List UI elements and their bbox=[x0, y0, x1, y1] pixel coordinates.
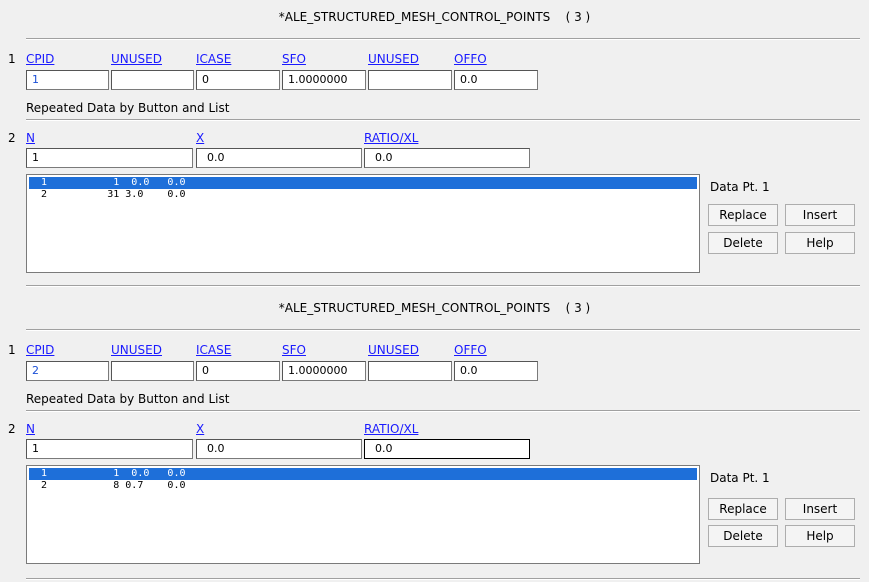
panel-bottom-divider bbox=[26, 285, 860, 287]
field-label-offo[interactable]: OFFO bbox=[454, 52, 487, 66]
panel-bottom-divider bbox=[26, 578, 860, 580]
field-label-x[interactable]: X bbox=[196, 422, 204, 436]
list-item[interactable]: 2 8 0.7 0.0 bbox=[29, 480, 697, 492]
field-label-cpid[interactable]: CPID bbox=[26, 52, 54, 66]
icase-field[interactable]: 0 bbox=[196, 70, 280, 90]
offo-field[interactable]: 0.0 bbox=[454, 361, 538, 381]
list-item[interactable]: 2 31 3.0 0.0 bbox=[29, 189, 697, 201]
delete-button[interactable]: Delete bbox=[708, 232, 778, 254]
help-button[interactable]: Help bbox=[785, 232, 855, 254]
x-field[interactable]: 0.0 bbox=[196, 148, 362, 168]
offo-field[interactable]: 0.0 bbox=[454, 70, 538, 90]
ratio-xl-field[interactable]: 0.0 bbox=[364, 439, 530, 459]
field-label-cpid[interactable]: CPID bbox=[26, 343, 54, 357]
help-button[interactable]: Help bbox=[785, 525, 855, 547]
data-point-indicator: Data Pt. 1 bbox=[710, 180, 770, 194]
replace-button[interactable]: Replace bbox=[708, 498, 778, 520]
title-divider bbox=[26, 38, 860, 40]
card-row-number: 1 bbox=[8, 52, 16, 66]
keyword-title: *ALE_STRUCTURED_MESH_CONTROL_POINTS bbox=[278, 10, 551, 24]
list-item[interactable]: 1 1 0.0 0.0 bbox=[29, 468, 697, 480]
n-field[interactable]: 1 bbox=[26, 148, 193, 168]
data-list[interactable]: 1 1 0.0 0.0 2 8 0.7 0.0 bbox=[26, 465, 700, 564]
sfo-field[interactable]: 1.0000000 bbox=[282, 70, 366, 90]
field-label-offo[interactable]: OFFO bbox=[454, 343, 487, 357]
field-label-ratio-xl[interactable]: RATIO/XL bbox=[364, 131, 418, 145]
card-row-number: 2 bbox=[8, 131, 16, 145]
card-count: ( 3 ) bbox=[565, 301, 591, 315]
title-divider bbox=[26, 329, 860, 331]
field-label-icase[interactable]: ICASE bbox=[196, 343, 231, 357]
card-count: ( 3 ) bbox=[565, 10, 591, 24]
x-field[interactable]: 0.0 bbox=[196, 439, 362, 459]
data-point-indicator: Data Pt. 1 bbox=[710, 471, 770, 485]
panel-title: *ALE_STRUCTURED_MESH_CONTROL_POINTS ( 3 … bbox=[0, 10, 869, 24]
keyword-panel-2: *ALE_STRUCTURED_MESH_CONTROL_POINTS ( 3 … bbox=[0, 291, 869, 581]
data-list[interactable]: 1 1 0.0 0.0 2 31 3.0 0.0 bbox=[26, 174, 700, 273]
insert-button[interactable]: Insert bbox=[785, 498, 855, 520]
section-divider bbox=[26, 119, 860, 121]
field-label-ratio-xl[interactable]: RATIO/XL bbox=[364, 422, 418, 436]
cpid-field[interactable]: 2 bbox=[26, 361, 109, 381]
field-label-x[interactable]: X bbox=[196, 131, 204, 145]
unused-field-1[interactable] bbox=[111, 70, 194, 90]
card-row-number: 1 bbox=[8, 343, 16, 357]
field-label-unused-2[interactable]: UNUSED bbox=[368, 52, 419, 66]
icase-field[interactable]: 0 bbox=[196, 361, 280, 381]
sfo-field[interactable]: 1.0000000 bbox=[282, 361, 366, 381]
repeated-data-label: Repeated Data by Button and List bbox=[26, 101, 230, 115]
panel-title: *ALE_STRUCTURED_MESH_CONTROL_POINTS ( 3 … bbox=[0, 301, 869, 315]
field-label-sfo[interactable]: SFO bbox=[282, 343, 306, 357]
replace-button[interactable]: Replace bbox=[708, 204, 778, 226]
section-divider bbox=[26, 410, 860, 412]
card-row-number: 2 bbox=[8, 422, 16, 436]
insert-button[interactable]: Insert bbox=[785, 204, 855, 226]
keyword-title: *ALE_STRUCTURED_MESH_CONTROL_POINTS bbox=[278, 301, 551, 315]
unused-field-2[interactable] bbox=[368, 70, 452, 90]
field-label-unused-1[interactable]: UNUSED bbox=[111, 343, 162, 357]
n-field[interactable]: 1 bbox=[26, 439, 193, 459]
delete-button[interactable]: Delete bbox=[708, 525, 778, 547]
unused-field-2[interactable] bbox=[368, 361, 452, 381]
list-item[interactable]: 1 1 0.0 0.0 bbox=[29, 177, 697, 189]
cpid-field[interactable]: 1 bbox=[26, 70, 109, 90]
field-label-unused-1[interactable]: UNUSED bbox=[111, 52, 162, 66]
unused-field-1[interactable] bbox=[111, 361, 194, 381]
field-label-n[interactable]: N bbox=[26, 422, 35, 436]
repeated-data-label: Repeated Data by Button and List bbox=[26, 392, 230, 406]
field-label-unused-2[interactable]: UNUSED bbox=[368, 343, 419, 357]
keyword-panel-1: *ALE_STRUCTURED_MESH_CONTROL_POINTS ( 3 … bbox=[0, 0, 869, 290]
ratio-xl-field[interactable]: 0.0 bbox=[364, 148, 530, 168]
field-label-sfo[interactable]: SFO bbox=[282, 52, 306, 66]
field-label-n[interactable]: N bbox=[26, 131, 35, 145]
field-label-icase[interactable]: ICASE bbox=[196, 52, 231, 66]
